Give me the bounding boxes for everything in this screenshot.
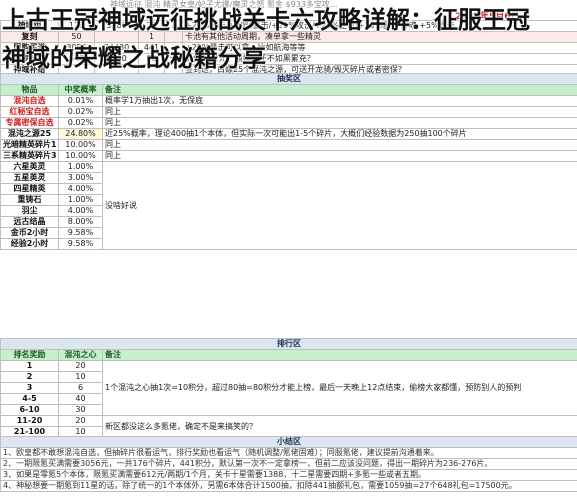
ranking-hearts: 6: [58, 382, 103, 394]
lottery-probability: 8.00%: [58, 216, 103, 228]
lottery-probability: 0.01%: [58, 95, 103, 107]
lottery-probability: 1.00%: [58, 161, 103, 173]
lottery-row: 混沌自选 0.01% 概率学1万抽出1次，无保底: [0, 95, 577, 107]
lottery-table: 抽奖区 物品 中奖概率 备注 混沌自选 0.01% 概率学1万抽出1次，无保底 红秘宝…: [0, 73, 577, 250]
ranking-hearts: 10: [58, 371, 103, 383]
lottery-item: 远古结晶: [0, 216, 59, 228]
lottery-item: 红秘宝自选: [0, 106, 59, 118]
ranking-rank: 6-10: [0, 404, 59, 416]
lottery-note: 没啥好说: [101, 161, 577, 250]
ranking-rank: 2: [0, 371, 59, 383]
lottery-row: 混沌之源25 24.80% 近25%概率，理论400抽1个本体，但实际一次可能出1-…: [0, 128, 577, 140]
lottery-item: 金币2小时: [0, 227, 59, 239]
lottery-item: 混沌自选: [0, 95, 59, 107]
spreadsheet: 神域远征 混沌 精灵女皇/妃子尤娜/魔灵之怒 氪金 $933多宝攻... 202…: [0, 0, 577, 500]
lottery-item: 重铸石: [0, 194, 59, 206]
lottery-note: 同上: [101, 139, 577, 151]
article-title: 上古王冠神域远征挑战关卡六攻略详解：征服王冠 神域的荣耀之战秘籍分享: [0, 0, 577, 72]
summary-row: 1、欧皇都不敢想混沌自选，但抽碎片很看运气，排行奖励也看运气（随机调整/氪佬固难…: [0, 447, 577, 459]
lottery-row: 专属密保自选 0.02% 同上: [0, 117, 577, 129]
lottery-probability: 24.80%: [58, 128, 103, 140]
ranking-hearts: 20: [58, 415, 103, 427]
ranking-row: 11-20 20 新区都没这么多氪佬，确定不是来搞笑的？: [0, 415, 577, 438]
ranking-header-note: 备注: [101, 349, 577, 361]
lottery-probability: 0.02%: [58, 117, 103, 129]
ranking-hearts: 20: [58, 360, 103, 372]
ranking-hearts: 40: [58, 393, 103, 405]
lottery-item: 光暗精英碎片1: [0, 139, 59, 151]
ranking-note-main: 1个混沌之心抽1次=10积分，超过80抽=80积分才能上榜，最后一天晚上12点结…: [101, 360, 577, 416]
lottery-row: 红秘宝自选 0.02% 同上: [0, 106, 577, 118]
lottery-note: 同上: [101, 150, 577, 162]
lottery-note: 同上: [101, 117, 577, 129]
lottery-row: 光暗精英碎片1 10.00% 同上: [0, 139, 577, 151]
summary-line: 2、一期限氪买满需要3056元，一共176个碎片，441积分，默认第一次不一定拿…: [0, 458, 577, 470]
lottery-item: 五星英灵: [0, 172, 59, 184]
lottery-row: 六星英灵 1.00% 没啥好说: [0, 161, 577, 250]
lottery-item: 四星精英: [0, 183, 59, 195]
lottery-probability: 0.02%: [58, 106, 103, 118]
lottery-header-prob: 中奖概率: [58, 84, 103, 96]
lottery-probability: 3.00%: [58, 172, 103, 184]
summary-row: 2、一期限氪买满需要3056元，一共176个碎片，441积分，默认第一次不一定拿…: [0, 458, 577, 470]
lottery-item: 六星英灵: [0, 161, 59, 173]
summary-row: 4、神秘想要一期氪到11星的话，除了统一的1个本体外，另需6本体合计1500抽，…: [0, 480, 577, 492]
lottery-probability: 1.00%: [58, 194, 103, 206]
ranking-section-title: 排行区: [0, 338, 577, 350]
lottery-item: 经验2小时: [0, 238, 59, 250]
ranking-rank: 3: [0, 382, 59, 394]
page: { "title": { "line1": "上古王冠神域远征挑战关卡六攻略详解…: [0, 0, 577, 500]
lottery-section-title: 抽奖区: [0, 73, 577, 85]
title-line-2: 神域的荣耀之战秘籍分享: [2, 43, 266, 72]
ranking-rank: 4-5: [0, 393, 59, 405]
summary-line: 3、如果是零氪5个本体，限氪买满需要612元/两期/1个月，关卡十星需要1388…: [0, 469, 577, 481]
lottery-probability: 10.00%: [58, 139, 103, 151]
lottery-note: 同上: [101, 106, 577, 118]
summary-line: 1、欧皇都不敢想混沌自选，但抽碎片很看运气，排行奖励也看运气（随机调整/氪佬固难…: [0, 447, 577, 459]
ranking-header-hearts: 混沌之心: [58, 349, 103, 361]
lottery-item: 羽尘: [0, 205, 59, 217]
ranking-table: 排行区 排名奖励 混沌之心 备注 1 20 1个混沌之心抽1次=10积分，超过80抽…: [0, 338, 577, 438]
lottery-probability: 4.00%: [58, 183, 103, 195]
lottery-probability: 9.58%: [58, 227, 103, 239]
ranking-rank: 11-20: [0, 415, 59, 427]
lottery-note: 近25%概率，理论400抽1个本体，但实际一次可能出1-5个碎片，大概们经验数据…: [101, 128, 577, 140]
lottery-probability: 4.00%: [58, 205, 103, 217]
lottery-note: 概率学1万抽出1次，无保底: [101, 95, 577, 107]
ranking-row: 1 20 1个混沌之心抽1次=10积分，超过80抽=80积分才能上榜，最后一天晚上1…: [0, 360, 577, 416]
lottery-item: 三系精英碎片3: [0, 150, 59, 162]
ranking-note-low: 新区都没这么多氪佬，确定不是来搞笑的？: [101, 415, 577, 438]
lottery-item: 混沌之源25: [0, 128, 59, 140]
lottery-header-item: 物品: [0, 84, 59, 96]
lottery-probability: 9.58%: [58, 238, 103, 250]
lottery-probability: 10.00%: [58, 150, 103, 162]
summary-line: 4、神秘想要一期氪到11星的话，除了统一的1个本体外，另需6本体合计1500抽，…: [0, 480, 577, 492]
title-line-1: 上古王冠神域远征挑战关卡六攻略详解：征服王冠: [2, 5, 530, 34]
lottery-item: 专属密保自选: [0, 117, 59, 129]
lottery-row: 三系精英碎片3 10.00% 同上: [0, 150, 577, 162]
ranking-hearts: 30: [58, 404, 103, 416]
ranking-header-rank: 排名奖励: [0, 349, 59, 361]
lottery-header-note: 备注: [101, 84, 577, 96]
summary-section-title: 小结区: [0, 436, 577, 448]
summary-table: 小结区 1、欧皇都不敢想混沌自选，但抽碎片很看运气，排行奖励也看运气（随机调整/…: [0, 436, 577, 492]
ranking-rank: 1: [0, 360, 59, 372]
summary-row: 3、如果是零氪5个本体，限氪买满需要612元/两期/1个月，关卡十星需要1388…: [0, 469, 577, 481]
